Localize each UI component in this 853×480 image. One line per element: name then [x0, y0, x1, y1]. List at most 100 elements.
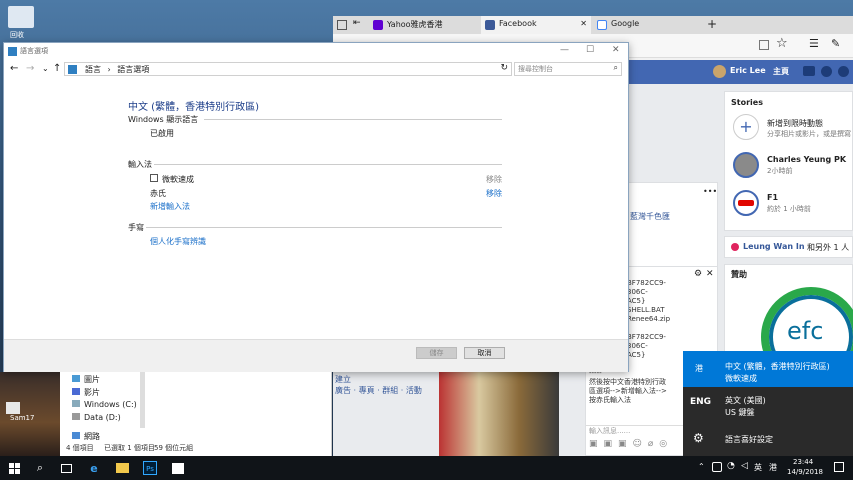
nav-item-label: Windows (C:): [84, 400, 137, 409]
save-button[interactable]: 儲存: [416, 347, 457, 359]
action-center-icon[interactable]: [834, 462, 844, 472]
language-indicator[interactable]: 港: [769, 462, 777, 473]
more-options-icon[interactable]: •••: [703, 187, 717, 196]
ime-mode-indicator[interactable]: 英: [754, 462, 762, 473]
recent-chevron-icon[interactable]: ⌄: [42, 64, 49, 73]
file-explorer-window: 圖片 影片 Windows (C:) Data (D:) 網路 4 個項目 已選…: [60, 372, 332, 456]
breadcrumb-language[interactable]: 語言: [85, 65, 101, 74]
close-button[interactable]: ✕: [612, 45, 620, 55]
story-name-1[interactable]: Charles Yeung PK: [767, 155, 846, 164]
notes-icon[interactable]: ✎: [831, 37, 840, 50]
maximize-button[interactable]: ☐: [586, 45, 594, 55]
avatar[interactable]: [713, 65, 726, 78]
search-icon[interactable]: ⌕: [614, 63, 618, 73]
search-icon[interactable]: ⌕: [32, 460, 48, 476]
google-icon: [597, 20, 607, 30]
close-tab-icon[interactable]: ✕: [580, 19, 587, 28]
friend-name[interactable]: Leung Wan In: [743, 242, 805, 251]
nav-item-d-drive[interactable]: Data (D:): [72, 413, 121, 422]
nav-item-label: Data (D:): [84, 413, 121, 422]
edge-icon[interactable]: e: [86, 460, 102, 476]
home-link[interactable]: 主頁: [773, 66, 789, 77]
tab-yahoo[interactable]: Yahoo雅虎香港: [369, 16, 479, 34]
task-view-icon[interactable]: [58, 460, 74, 476]
nav-item-pictures[interactable]: 圖片: [72, 374, 100, 385]
chat-close-icon[interactable]: ✕: [706, 269, 714, 279]
language-preferences-link[interactable]: ⚙ 語言喜好設定: [683, 427, 853, 453]
volume-icon[interactable]: ◁: [741, 461, 748, 471]
favorite-star-icon[interactable]: ☆: [776, 36, 788, 51]
tab-label: Google: [611, 19, 640, 28]
language-keyboard: 微軟速成: [725, 374, 757, 383]
notifications-icon[interactable]: [838, 66, 849, 77]
language-item-zh-hk[interactable]: 港 中文 (繁體，香港特別行政區) 微軟速成: [683, 351, 853, 387]
ime-keyboard-icon: [150, 174, 158, 182]
clock-date[interactable]: 14/9/2018: [787, 468, 823, 476]
start-button[interactable]: [6, 460, 22, 476]
user-name[interactable]: Eric Lee: [730, 66, 766, 75]
network-icon: [72, 432, 80, 439]
reading-view-icon[interactable]: [759, 40, 769, 50]
personalize-handwriting-link[interactable]: 個人化手寫辨識: [150, 236, 206, 247]
story-name-2[interactable]: F1: [767, 193, 778, 202]
display-language-value: 已啟用: [150, 129, 174, 138]
nav-item-label: 圖片: [84, 375, 100, 384]
language-keyboard: US 鍵盤: [725, 408, 755, 417]
bottom-links[interactable]: 廣告 · 專頁 · 群組 · 活動: [335, 385, 422, 396]
favorites-hub-icon[interactable]: ☰: [809, 37, 819, 50]
stories-card: Stories + 新增到限時動態 分享相片或影片，或是撰寫 Charles Y…: [724, 91, 853, 231]
navigation-bar: ← → ⌄ ↑ 語言 › 語言選項 ↻ 搜尋控制台 ⌕: [4, 61, 628, 79]
language-code-eng: ENG: [690, 397, 712, 407]
story-time-1: 2小時前: [767, 167, 793, 175]
tab-actions-icon[interactable]: [337, 20, 347, 30]
language-name: 英文 (美國): [725, 396, 766, 405]
post-snippet: 藍灣千色匯: [630, 212, 670, 221]
breadcrumb-language-options[interactable]: 語言選項: [117, 65, 149, 74]
language-options-window: 語言選項 — ☐ ✕ ← → ⌄ ↑ 語言 › 語言選項 ↻ 搜尋控制台 ⌕ 中…: [3, 42, 629, 372]
language-item-en-us[interactable]: ENG 英文 (美國) US 鍵盤: [683, 389, 853, 423]
add-story-icon[interactable]: +: [733, 114, 759, 140]
ime-1-remove-link[interactable]: 移除: [486, 174, 502, 185]
minimize-button[interactable]: —: [560, 45, 569, 55]
store-icon[interactable]: [170, 460, 186, 476]
ime-2-remove-link[interactable]: 移除: [486, 188, 502, 199]
address-breadcrumb[interactable]: 語言 › 語言選項 ↻: [64, 62, 512, 76]
messenger-icon[interactable]: [821, 66, 832, 77]
nav-item-network[interactable]: 網路: [72, 431, 100, 442]
chat-settings-icon[interactable]: ⚙: [694, 269, 702, 279]
new-tab-button[interactable]: +: [707, 17, 717, 31]
friends-icon[interactable]: [803, 66, 815, 76]
file-icon[interactable]: [6, 402, 20, 414]
photoshop-icon[interactable]: Ps: [142, 460, 158, 476]
refresh-icon[interactable]: ↻: [500, 63, 508, 73]
clock-time[interactable]: 23:44: [793, 458, 813, 466]
network-icon[interactable]: ◔: [727, 461, 735, 471]
add-story-title[interactable]: 新增到限時動態: [767, 118, 823, 129]
up-arrow-icon[interactable]: ↑: [53, 63, 61, 74]
window-title-bar: 語言選項 — ☐ ✕: [4, 43, 628, 61]
tray-app-icon[interactable]: [712, 462, 722, 472]
cancel-button[interactable]: 取消: [464, 347, 505, 359]
add-input-method-link[interactable]: 新增輸入法: [150, 201, 190, 212]
recycle-bin-icon[interactable]: [8, 6, 34, 28]
sponsored-label: 贊助: [731, 270, 747, 279]
tab-google[interactable]: Google: [593, 16, 703, 34]
back-arrow-icon[interactable]: ←: [10, 63, 18, 74]
tray-chevron-icon[interactable]: ⌃: [698, 462, 705, 471]
nav-item-videos[interactable]: 影片: [72, 387, 100, 398]
page-title: 中文 (繁體，香港特別行政區): [128, 102, 259, 113]
efc-logo-text: efc: [787, 317, 824, 345]
facebook-icon: [485, 20, 495, 30]
story-avatar-2[interactable]: [733, 190, 759, 216]
file-explorer-icon[interactable]: [114, 460, 130, 476]
chat-line: 區選項-->新增輸入法-->: [589, 387, 667, 395]
nav-item-c-drive[interactable]: Windows (C:): [72, 400, 137, 409]
search-input[interactable]: 搜尋控制台 ⌕: [514, 62, 622, 76]
scrollbar[interactable]: [140, 372, 145, 428]
yahoo-icon: [373, 20, 383, 30]
bottom-link-create[interactable]: 建立: [335, 374, 351, 385]
forward-arrow-icon[interactable]: →: [26, 63, 34, 74]
tab-facebook[interactable]: Facebook ✕: [481, 16, 591, 34]
story-avatar-1[interactable]: [733, 152, 759, 178]
back-tabs-icon[interactable]: ⇤: [353, 18, 361, 28]
